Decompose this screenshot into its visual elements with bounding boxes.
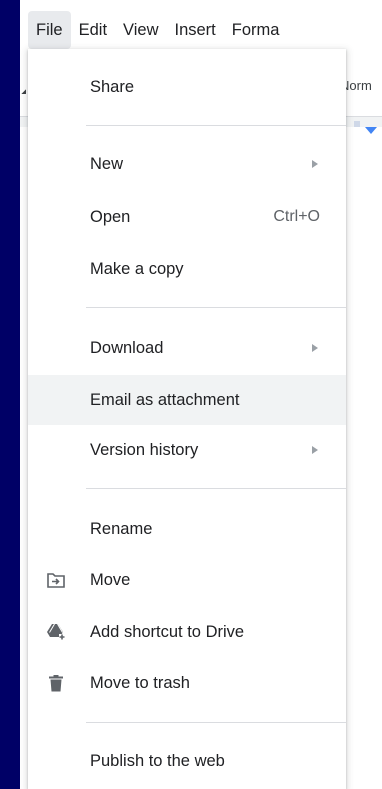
trash-icon xyxy=(44,671,68,695)
menu-separator xyxy=(86,307,346,308)
docs-window: File Edit View Insert Forma ◢ Norm Share… xyxy=(20,0,382,789)
move-folder-icon xyxy=(44,568,68,592)
menu-item-new[interactable]: New xyxy=(28,142,346,186)
menu-item-version-history[interactable]: Version history xyxy=(28,428,346,472)
toolbar-fragment: ◢ xyxy=(20,85,26,94)
menu-item-move[interactable]: Move xyxy=(28,558,346,602)
menu-item-label: Publish to the web xyxy=(90,751,225,770)
menu-item-label: Open xyxy=(90,207,131,226)
menu-separator xyxy=(86,722,346,723)
menu-item-publish-to-web[interactable]: Publish to the web xyxy=(28,739,346,783)
menu-view[interactable]: View xyxy=(115,11,166,49)
menu-file[interactable]: File xyxy=(28,11,71,49)
menu-item-label: Move to trash xyxy=(90,673,190,692)
menubar: File Edit View Insert Forma xyxy=(20,11,382,49)
menu-item-rename[interactable]: Rename xyxy=(28,507,346,551)
menu-item-email-as-attachment[interactable]: Email as attachment xyxy=(28,375,346,425)
menu-item-add-shortcut[interactable]: Add shortcut to Drive xyxy=(28,610,346,654)
menu-item-label: Rename xyxy=(90,519,153,538)
chevron-right-icon xyxy=(312,160,318,168)
menu-item-label: Move xyxy=(90,570,131,589)
paragraph-style-select[interactable]: Norm xyxy=(340,68,382,108)
menu-item-label: Email as attachment xyxy=(90,390,240,409)
menu-item-label: Add shortcut to Drive xyxy=(90,622,245,641)
menu-item-label: Share xyxy=(90,77,135,96)
menu-format[interactable]: Forma xyxy=(224,11,288,49)
menu-item-download[interactable]: Download xyxy=(28,326,346,370)
menu-item-label: Version history xyxy=(90,440,199,459)
menu-insert[interactable]: Insert xyxy=(167,11,224,49)
chevron-right-icon xyxy=(312,446,318,454)
menu-item-label: New xyxy=(90,154,124,173)
menu-item-make-a-copy[interactable]: Make a copy xyxy=(28,247,346,291)
ruler-tick xyxy=(354,121,360,127)
menu-item-label: Download xyxy=(90,338,164,357)
ruler-indent-marker[interactable] xyxy=(365,127,377,134)
menu-separator xyxy=(86,488,346,489)
shortcut-label: Ctrl+O xyxy=(273,208,320,225)
file-menu-dropdown: Share New Open Ctrl+O Make a copy Downlo… xyxy=(28,49,346,789)
chevron-right-icon xyxy=(312,344,318,352)
menu-item-open[interactable]: Open Ctrl+O xyxy=(28,195,346,239)
menu-item-label: Make a copy xyxy=(90,259,184,278)
menu-separator xyxy=(86,125,346,126)
menu-edit[interactable]: Edit xyxy=(71,11,115,49)
menu-item-move-to-trash[interactable]: Move to trash xyxy=(28,661,346,705)
drive-add-shortcut-icon xyxy=(44,620,68,644)
menu-item-share[interactable]: Share xyxy=(28,65,346,109)
